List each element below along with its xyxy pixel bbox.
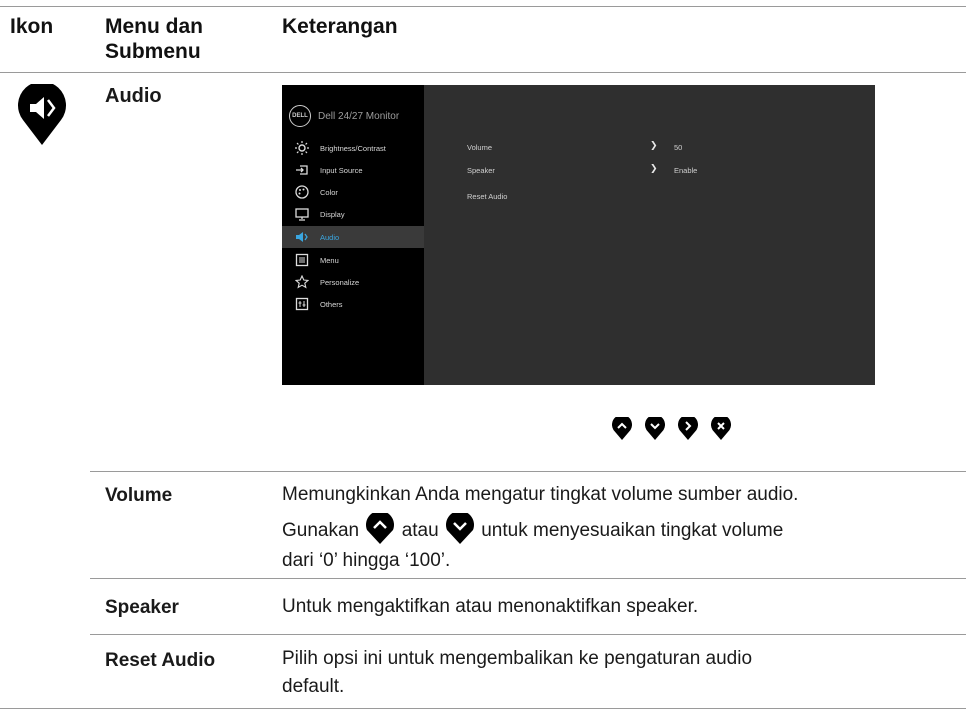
audio-icon	[295, 230, 309, 244]
row-desc-reset-audio: Pilih opsi ini untuk mengembalikan ke pe…	[282, 645, 752, 701]
up-button[interactable]	[612, 417, 632, 441]
osd-sidebar: DELL Dell 24/27 Monitor Brightness/Contr…	[282, 85, 424, 385]
close-button[interactable]	[711, 417, 731, 441]
osd-item-audio[interactable]: Audio	[282, 226, 424, 248]
header-menu-line1: Menu dan	[105, 15, 203, 38]
osd-item-display[interactable]: Display	[282, 203, 424, 225]
osd-item-label: Personalize	[320, 277, 360, 287]
osd-setting-volume-value: 50	[674, 143, 683, 152]
osd-item-color[interactable]: Color	[282, 181, 424, 203]
display-icon	[295, 207, 309, 221]
row-rule	[90, 634, 966, 635]
speaker-pin-icon	[18, 84, 66, 145]
row-label-volume: Volume	[105, 485, 173, 506]
up-arrow-icon	[366, 513, 395, 544]
osd-item-label: Input Source	[320, 165, 363, 175]
row-desc-text: Gunakan	[282, 520, 360, 541]
row-rule	[90, 471, 966, 472]
osd-item-label: Audio	[320, 232, 340, 242]
header-rule	[0, 72, 966, 73]
row-label-speaker: Speaker	[105, 597, 179, 618]
row-desc-text: atau	[401, 520, 439, 541]
header-icon-column: Ikon	[10, 15, 54, 38]
row-desc-line: Pilih opsi ini untuk mengembalikan ke pe…	[282, 648, 753, 669]
down-button[interactable]	[645, 417, 665, 441]
dell-logo: DELL	[289, 105, 311, 127]
osd-item-menu[interactable]: Menu	[282, 249, 424, 271]
others-icon	[295, 297, 309, 311]
osd-screen: DELL Dell 24/27 Monitor Brightness/Contr…	[282, 85, 875, 385]
row-rule	[90, 578, 966, 579]
osd-item-label: Brightness/Contrast	[320, 143, 386, 153]
osd-setting-speaker[interactable]: Speaker	[467, 166, 495, 175]
header-menu-line2: Submenu	[105, 40, 201, 63]
row-desc-line: default.	[282, 676, 345, 697]
osd-item-others[interactable]: Others	[282, 293, 424, 315]
down-arrow-icon	[445, 513, 474, 544]
osd-setting-volume[interactable]: Volume	[467, 143, 492, 152]
row-desc-line: Gunakan atau untuk menyesuaikan tingkat …	[282, 513, 798, 546]
osd-item-label: Display	[320, 209, 345, 219]
top-rule	[0, 6, 966, 7]
header-menu-column: Menu dan Submenu	[105, 14, 203, 64]
osd-brand: DELL Dell 24/27 Monitor	[289, 105, 399, 127]
osd-item-label: Color	[320, 187, 338, 197]
osd-model-name: Dell 24/27 Monitor	[318, 110, 400, 122]
osd-item-brightness[interactable]: Brightness/Contrast	[282, 137, 424, 159]
input-source-icon	[295, 163, 309, 177]
row-label-reset-audio: Reset Audio	[105, 650, 216, 671]
row-desc-line: dari ‘0’ hingga ‘100’.	[282, 550, 451, 571]
brightness-icon	[295, 141, 309, 155]
osd-setting-reset-audio[interactable]: Reset Audio	[467, 192, 507, 201]
section-title: Audio	[105, 85, 162, 107]
osd-item-personalize[interactable]: Personalize	[282, 271, 424, 293]
chevron-right-icon: ❯	[650, 140, 658, 150]
color-icon	[295, 185, 309, 199]
chevron-right-icon: ❯	[650, 163, 658, 173]
star-icon	[295, 275, 309, 289]
row-desc-speaker: Untuk mengaktifkan atau menonaktifkan sp…	[282, 596, 699, 617]
bottom-rule	[0, 708, 966, 709]
menu-icon	[295, 253, 309, 267]
right-button[interactable]	[678, 417, 698, 441]
osd-setting-speaker-value: Enable	[674, 166, 698, 175]
row-desc-line: Memungkinkan Anda mengatur tingkat volum…	[282, 484, 799, 505]
header-description-column: Keterangan	[282, 15, 398, 38]
osd-item-label: Others	[320, 299, 343, 309]
row-desc-volume: Memungkinkan Anda mengatur tingkat volum…	[282, 480, 798, 576]
nav-buttons	[612, 417, 731, 441]
row-desc-text: untuk menyesuaikan tingkat volume	[481, 520, 784, 541]
osd-item-label: Menu	[320, 255, 339, 265]
osd-item-input-source[interactable]: Input Source	[282, 159, 424, 181]
